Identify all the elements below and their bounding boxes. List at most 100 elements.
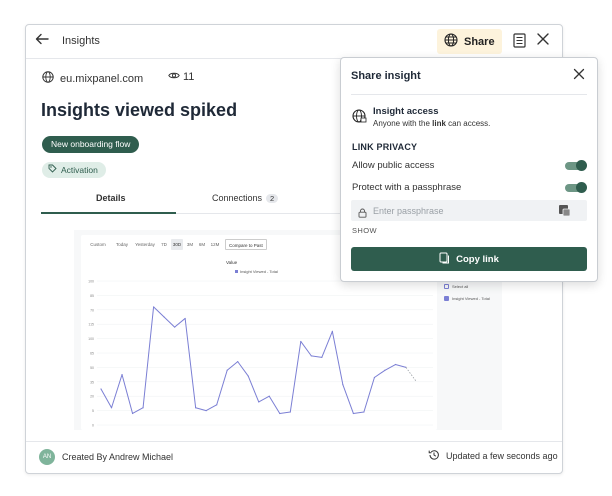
passphrase-toggle[interactable] [565,182,587,193]
avatar: AN [39,449,55,465]
checkbox [444,284,449,289]
access-title: Insight access [373,106,439,117]
breadcrumb[interactable]: Insights [62,35,100,47]
data-point [100,388,102,390]
data-point [352,412,354,415]
updated-text: Updated a few seconds ago [446,451,558,461]
y-tick-label: 35 [90,380,94,384]
passphrase-field [351,200,587,221]
view-count-value: 11 [183,71,195,83]
close-icon[interactable] [536,31,550,51]
copy-icon [439,252,450,267]
notes-icon[interactable] [513,33,527,49]
data-point [121,374,123,376]
series-line [100,306,407,414]
y-tick-label: 115 [88,323,94,327]
globe-share-icon [444,33,458,50]
link-privacy-heading: LINK PRIVACY [352,142,418,152]
copy-link-label: Copy link [456,253,499,265]
tag-onboarding[interactable]: New onboarding flow [42,136,140,153]
globe-icon [42,71,54,86]
page-title: Insights viewed spiked [41,100,238,120]
eye-icon [168,71,180,83]
passphrase-input[interactable] [373,203,543,218]
data-point [268,395,270,397]
data-point [237,361,239,363]
data-point [131,412,134,415]
data-point [110,407,113,409]
toggle-knob [576,182,587,193]
data-point [216,404,218,406]
active-tab-indicator [41,212,176,214]
data-point [247,375,249,377]
generate-passphrase-icon[interactable] [558,204,571,222]
tab-connections[interactable]: Connections 2 [212,193,279,203]
y-tick-label: 50 [90,366,94,370]
tab-details[interactable]: Details [96,193,126,203]
y-tick-label: 100 [88,280,94,284]
tab-connections-count: 2 [266,193,279,203]
series-option[interactable]: Insight Viewed - Total [444,296,490,301]
legend-swatch [235,270,238,273]
history-icon [428,449,440,463]
passphrase-label: Protect with a passphrase [352,182,462,193]
back-arrow-icon[interactable] [35,32,53,50]
y-tick-label: 20 [90,395,94,399]
share-button-label: Share [464,35,495,48]
allow-public-label: Allow public access [352,160,435,171]
footer-divider [26,441,562,442]
allow-public-toggle[interactable] [565,160,587,171]
data-point [184,317,186,320]
data-point [321,356,323,358]
chart-y-ticks: 0 5 20 35 50 65 100 115 70 85 100 [88,280,94,428]
popup-close-icon[interactable] [573,67,585,85]
view-count: 11 [168,71,194,83]
data-point [152,306,155,308]
data-point [163,316,165,318]
copy-link-button[interactable]: Copy link [351,247,587,271]
updated-status: Updated a few seconds ago [428,449,558,463]
data-point [310,355,312,357]
data-point [384,369,386,371]
y-tick-label: 65 [90,352,94,356]
y-tick-label: 70 [90,308,94,312]
data-point [195,407,197,409]
tag-icon [48,162,57,178]
checkbox-checked [444,296,449,301]
select-all-option[interactable]: Select all [444,284,468,289]
chart-side-legend: Select all Insight Viewed - Total [442,283,502,313]
data-point [394,363,397,366]
share-button[interactable]: Share [437,29,502,54]
show-passphrase-button[interactable]: SHOW [352,226,377,235]
access-description: Anyone with the link can access. [373,119,491,128]
data-point [289,411,291,413]
data-point [342,384,344,386]
created-by: Created By Andrew Michael [62,452,174,462]
y-tick-label: 100 [88,337,94,341]
toggle-knob [576,160,587,171]
metric-label: Value [226,260,238,265]
select-all-label: Select all [452,284,469,289]
chart-series [100,306,417,415]
data-point [300,340,302,343]
data-point [363,411,365,413]
domain-info: eu.mixpanel.com [42,71,143,86]
y-tick-label: 0 [92,424,94,428]
popup-title: Share insight [351,70,421,82]
tag-activation[interactable]: Activation [42,162,106,178]
domain-text: eu.mixpanel.com [60,72,144,85]
data-point [205,410,207,412]
data-point [331,330,333,332]
data-point [174,326,176,328]
data-point [373,376,376,379]
data-point [226,369,228,371]
projected-line [405,367,417,383]
chart-grid [97,280,433,426]
tag-activation-label: Activation [61,165,98,175]
data-point [258,401,260,403]
y-tick-label: 85 [90,294,94,298]
popup-divider [351,94,587,95]
tab-connections-label: Connections [212,193,263,203]
series-option-label: Insight Viewed - Total [452,296,490,301]
lock-icon [358,205,367,223]
